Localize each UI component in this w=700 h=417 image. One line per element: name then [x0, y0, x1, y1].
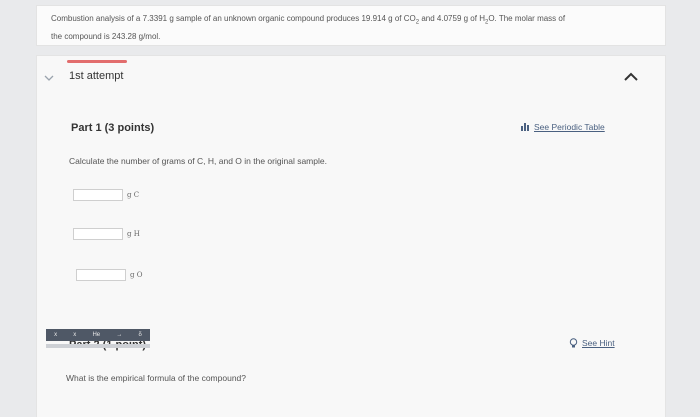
page: Combustion analysis of a 7.3391 g sample… — [0, 0, 700, 417]
hydrogen-unit: g H — [127, 230, 140, 238]
problem-text-part: g of H — [463, 14, 485, 23]
co2-mass: 19.914 — [361, 14, 386, 23]
problem-text-part: g sample of an unknown organic compound … — [169, 14, 360, 23]
attempt-label: 1st attempt — [69, 70, 124, 82]
collapse-arrow-icon[interactable] — [623, 71, 639, 83]
part2-question: What is the empirical formula of the com… — [66, 373, 247, 383]
see-hint-link[interactable]: See Hint — [569, 338, 615, 348]
problem-text: Combustion analysis of a 7.3391 g sample… — [51, 12, 651, 43]
delta-button[interactable]: δ — [137, 332, 144, 338]
carbon-grams-input[interactable] — [73, 189, 123, 201]
see-hint-label: See Hint — [582, 338, 615, 348]
bar-chart-icon — [521, 123, 529, 131]
formula-input-area[interactable] — [46, 344, 150, 348]
carbon-unit: g C — [127, 191, 140, 199]
part1-instruction: Calculate the number of grams of C, H, a… — [69, 156, 327, 166]
hydrogen-grams-input[interactable] — [73, 228, 123, 240]
answer-row-oxygen: g O — [76, 269, 142, 281]
formula-toolbar: x x He → δ — [46, 329, 150, 341]
chevron-down-icon[interactable] — [43, 73, 55, 83]
attempt-accent-bar — [67, 60, 127, 63]
problem-text-part: O. The molar mass of — [488, 14, 566, 23]
h2o-mass: 4.0759 — [436, 14, 462, 23]
periodic-table-link[interactable]: See Periodic Table — [521, 122, 605, 132]
problem-text-part: Combustion analysis of a — [51, 14, 141, 23]
answer-row-hydrogen: g H — [73, 228, 140, 240]
element-button[interactable]: He — [90, 332, 102, 338]
answer-row-carbon: g C — [73, 189, 139, 201]
subscript: 2 — [415, 19, 420, 26]
oxygen-unit: g O — [130, 271, 143, 279]
arrow-button[interactable]: → — [114, 332, 124, 338]
subscript-button[interactable]: x — [52, 332, 59, 338]
oxygen-grams-input[interactable] — [76, 269, 126, 281]
periodic-table-label: See Periodic Table — [534, 122, 605, 132]
part1-points: (3 points) — [104, 122, 155, 134]
problem-text-part: and — [421, 14, 435, 23]
problem-statement: Combustion analysis of a 7.3391 g sample… — [36, 5, 666, 46]
attempt-panel: 1st attempt Part 1 (3 points) See Period… — [36, 55, 666, 417]
lightbulb-icon — [569, 338, 578, 348]
part1-title: Part 1 (3 points) — [71, 122, 154, 134]
part1-label: Part 1 — [71, 122, 102, 134]
problem-text-part: g of CO — [388, 14, 416, 23]
molar-mass-text: the compound is 243.28 g/mol. — [51, 31, 161, 41]
superscript-button[interactable]: x — [71, 332, 78, 338]
sample-mass: 7.3391 — [142, 14, 168, 23]
